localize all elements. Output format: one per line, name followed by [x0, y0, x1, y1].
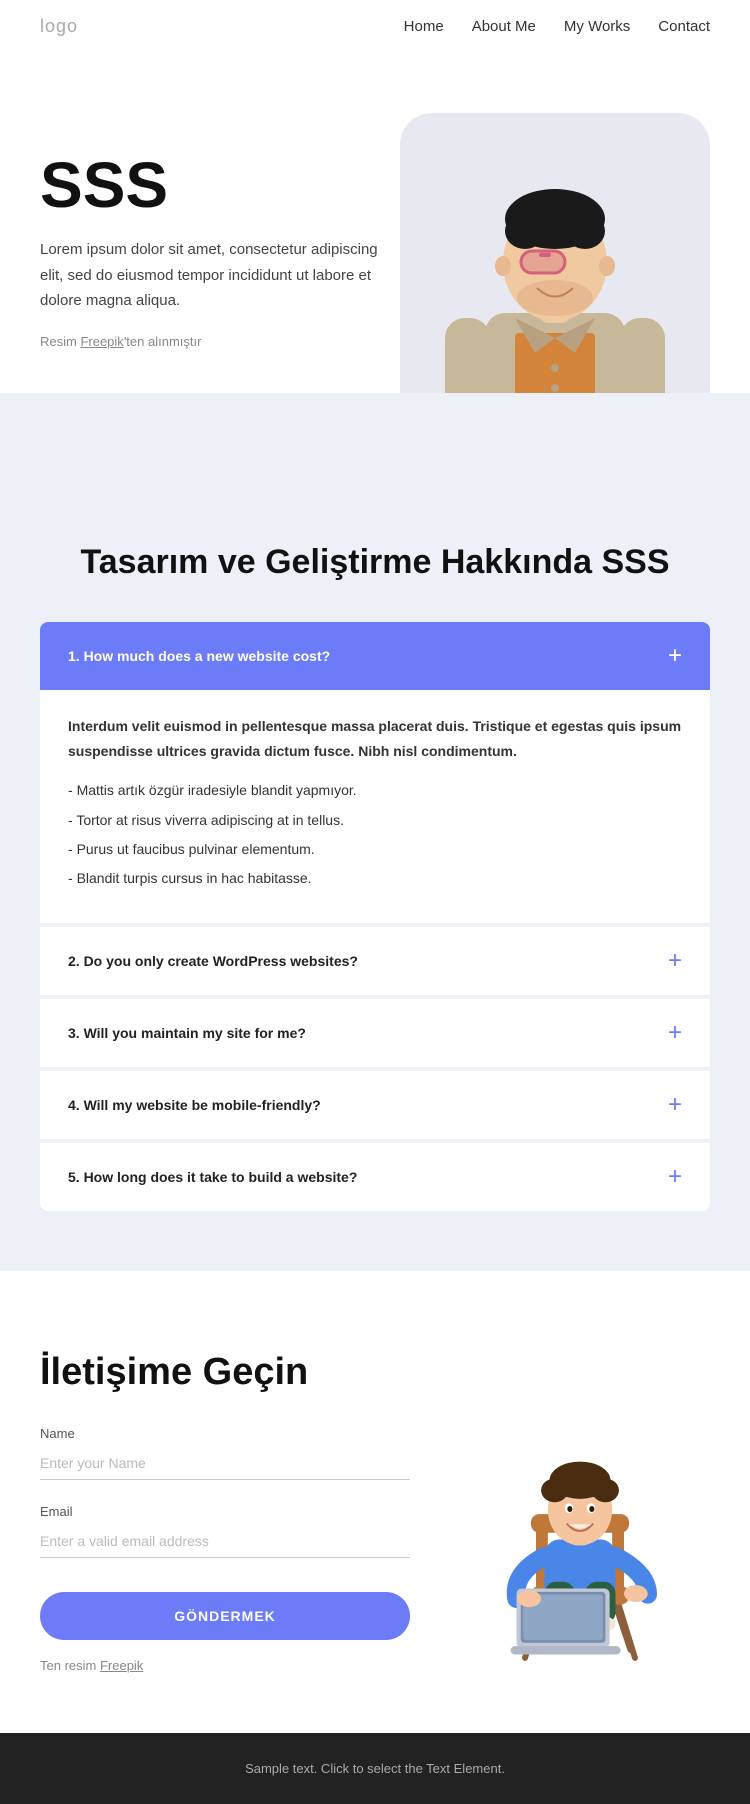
email-input[interactable]	[40, 1525, 410, 1558]
faq-list: 1. How much does a new website cost? + I…	[40, 622, 710, 1211]
nav-about[interactable]: About Me	[472, 18, 536, 35]
hero-credit: Resim Freepik'ten alınmıştır	[40, 334, 380, 349]
faq-question-text-1: 1. How much does a new website cost?	[68, 648, 330, 664]
footer: Sample text. Click to select the Text El…	[0, 1733, 750, 1804]
nav-home[interactable]: Home	[404, 18, 444, 35]
name-label: Name	[40, 1426, 410, 1441]
faq-section: Tasarım ve Geliştirme Hakkında SSS 1. Ho…	[0, 473, 750, 1271]
faq-item-4: 4. Will my website be mobile-friendly? +	[40, 1071, 710, 1139]
faq-question-1[interactable]: 1. How much does a new website cost? +	[40, 622, 710, 690]
navbar: logo Home About Me My Works Contact	[0, 0, 750, 53]
hero-text: SSS Lorem ipsum dolor sit amet, consecte…	[40, 113, 380, 349]
logo: logo	[40, 16, 78, 37]
contact-credit-link[interactable]: Freepik	[100, 1658, 143, 1673]
list-item: Tortor at risus viverra adipiscing at in…	[68, 808, 682, 833]
contact-form-wrap: İletişime Geçin Name Email GÖNDERMEK Ten…	[40, 1351, 410, 1673]
faq-plus-icon-3: +	[668, 1021, 682, 1045]
hero-title: SSS	[40, 153, 380, 217]
faq-plus-icon-4: +	[668, 1093, 682, 1117]
faq-answer-bold-1: Interdum velit euismod in pellentesque m…	[68, 714, 682, 764]
email-field-group: Email	[40, 1504, 410, 1558]
nav-links: Home About Me My Works Contact	[404, 18, 710, 35]
faq-question-4[interactable]: 4. Will my website be mobile-friendly? +	[40, 1071, 710, 1139]
contact-person-illustration	[470, 1391, 690, 1671]
faq-item-3: 3. Will you maintain my site for me? +	[40, 999, 710, 1067]
contact-illustration	[450, 1351, 710, 1671]
faq-question-text-3: 3. Will you maintain my site for me?	[68, 1025, 306, 1041]
list-item: Blandit turpis cursus in hac habitasse.	[68, 866, 682, 891]
faq-plus-icon-2: +	[668, 949, 682, 973]
faq-plus-icon-1: +	[668, 644, 682, 668]
contact-title: İletişime Geçin	[40, 1351, 410, 1394]
faq-answer-list-1: Mattis artık özgür iradesiyle blandit ya…	[68, 778, 682, 891]
faq-item-5: 5. How long does it take to build a webs…	[40, 1143, 710, 1211]
faq-question-3[interactable]: 3. Will you maintain my site for me? +	[40, 999, 710, 1067]
footer-text: Sample text. Click to select the Text El…	[245, 1761, 505, 1776]
hero-description: Lorem ipsum dolor sit amet, consectetur …	[40, 237, 380, 314]
faq-answer-1: Interdum velit euismod in pellentesque m…	[40, 690, 710, 923]
faq-question-text-4: 4. Will my website be mobile-friendly?	[68, 1097, 321, 1113]
submit-button[interactable]: GÖNDERMEK	[40, 1592, 410, 1640]
faq-plus-icon-5: +	[668, 1165, 682, 1189]
faq-question-text-2: 2. Do you only create WordPress websites…	[68, 953, 358, 969]
hero-credit-link[interactable]: Freepik	[80, 334, 123, 349]
contact-section: İletişime Geçin Name Email GÖNDERMEK Ten…	[0, 1271, 750, 1733]
faq-item-1: 1. How much does a new website cost? + I…	[40, 622, 710, 923]
name-field-group: Name	[40, 1426, 410, 1480]
list-item: Purus ut faucibus pulvinar elementum.	[68, 837, 682, 862]
nav-works[interactable]: My Works	[564, 18, 630, 35]
email-label: Email	[40, 1504, 410, 1519]
hero-bg-band	[0, 393, 750, 473]
faq-item-2: 2. Do you only create WordPress websites…	[40, 927, 710, 995]
nav-contact[interactable]: Contact	[658, 18, 710, 35]
contact-credit: Ten resim Freepik	[40, 1658, 410, 1673]
hero-section: SSS Lorem ipsum dolor sit amet, consecte…	[0, 53, 750, 473]
list-item: Mattis artık özgür iradesiyle blandit ya…	[68, 778, 682, 803]
faq-title: Tasarım ve Geliştirme Hakkında SSS	[40, 543, 710, 582]
name-input[interactable]	[40, 1447, 410, 1480]
faq-question-2[interactable]: 2. Do you only create WordPress websites…	[40, 927, 710, 995]
faq-question-5[interactable]: 5. How long does it take to build a webs…	[40, 1143, 710, 1211]
faq-question-text-5: 5. How long does it take to build a webs…	[68, 1169, 357, 1185]
